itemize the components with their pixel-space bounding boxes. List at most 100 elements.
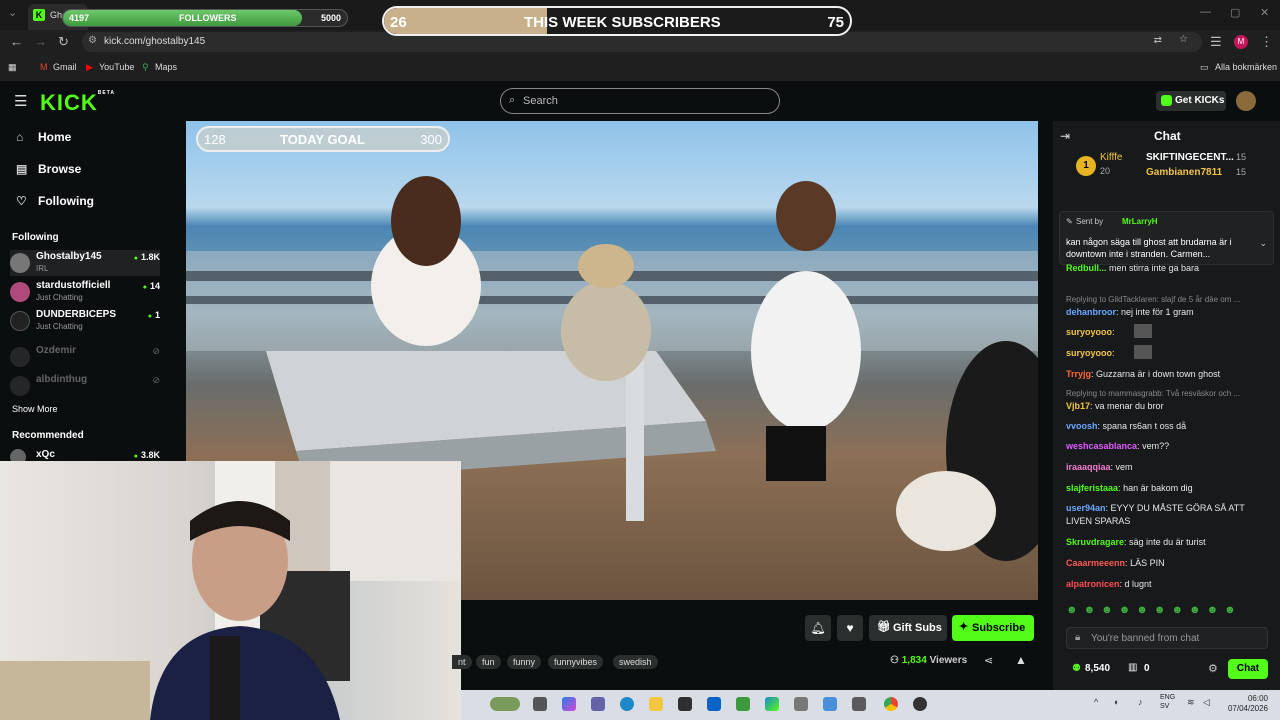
notification-bell-button[interactable]: 🔔︎ [805, 615, 831, 641]
chat-message: Redbull... men stirra inte ga bara [1066, 263, 1200, 273]
tab-search-icon[interactable]: ⌄ [8, 6, 17, 19]
file-explorer-icon[interactable] [649, 697, 663, 711]
following-channel[interactable]: DUNDERBICEPS Just Chatting 1 [10, 308, 160, 334]
chevron-down-icon[interactable]: ⌄ [1259, 238, 1267, 249]
teams-icon[interactable] [591, 697, 605, 711]
nav-following[interactable]: ♡ Following [16, 194, 94, 208]
bookmark-star-icon[interactable]: ☆ [1179, 34, 1188, 45]
outlook-icon[interactable] [707, 697, 721, 711]
avatar [10, 282, 30, 302]
settings-gear-icon[interactable]: ⚙ [1208, 662, 1218, 675]
tray-chevron-icon[interactable]: ^ [1094, 697, 1098, 707]
gift-subs-button[interactable]: 🎁︎ Gift Subs [869, 615, 947, 641]
kick-logo[interactable]: KICKBETA [40, 90, 115, 116]
pinned-by-label: Sent by [1076, 217, 1104, 226]
store-icon[interactable] [678, 697, 692, 711]
offline-icon: ⊘ [152, 346, 160, 356]
tag[interactable]: swedish [613, 655, 658, 669]
apps-icon[interactable]: ▦ [8, 62, 17, 73]
pinned-message[interactable]: ✎ Sent by MrLarryH kan någon säga till g… [1059, 211, 1274, 265]
input-language[interactable]: ENG SV [1160, 693, 1175, 711]
extensions-icon[interactable]: ☰ [1210, 34, 1222, 50]
tag[interactable]: nt [452, 655, 472, 669]
menu-icon[interactable]: ⋮ [1260, 34, 1273, 50]
app-icon[interactable] [794, 697, 808, 711]
nav-browse[interactable]: ▤ Browse [16, 162, 81, 176]
share-icon[interactable]: ⋖ [984, 654, 993, 667]
tag[interactable]: funnyvibes [548, 655, 604, 669]
translate-icon[interactable]: ⇄ [1154, 35, 1162, 46]
user-avatar[interactable] [1236, 91, 1256, 111]
profile-avatar[interactable]: M [1234, 35, 1248, 49]
obs-icon[interactable] [913, 697, 927, 711]
tray-app-icon[interactable]: ◐ [1114, 697, 1119, 707]
back-icon[interactable]: ← [10, 34, 23, 49]
pinned-text: kan någon säga till ghost att brudarna ä… [1066, 237, 1232, 259]
emote-bar[interactable]: ☻☻☻☻☻☻☻☻☻☻ [1066, 604, 1266, 618]
avatar [10, 253, 30, 273]
reload-icon[interactable]: ↻ [58, 34, 69, 50]
chrome-icon[interactable] [884, 697, 898, 711]
forward-icon[interactable]: → [34, 34, 47, 49]
bookmark-maps[interactable]: Maps [155, 62, 177, 72]
collapse-chat-icon[interactable]: ⇥ [1060, 129, 1070, 143]
pinned-by-user[interactable]: MrLarryH [1122, 217, 1158, 226]
today-goal: 128 TODAY GOAL 300 [196, 126, 450, 152]
leader-name[interactable]: Gambianen7811 [1146, 167, 1222, 178]
site-info-icon[interactable]: ⚙ [88, 35, 97, 46]
avatar [10, 449, 26, 461]
following-channel[interactable]: Ghostalby145 IRL 1.8K [10, 250, 160, 276]
avatar [10, 347, 30, 367]
viewers-icon: ⚇ [890, 655, 899, 666]
all-bookmarks[interactable]: Alla bokmärken [1215, 62, 1277, 72]
following-channel-offline[interactable]: albdinthug ⊘ [10, 373, 160, 399]
tag[interactable]: fun [476, 655, 501, 669]
minimize-icon[interactable]: — [1200, 6, 1211, 18]
today-label: TODAY GOAL [280, 132, 366, 147]
leader-name[interactable]: Kifffe [1100, 152, 1122, 163]
following-channel[interactable]: stardustofficiell Just Chatting 14 [10, 279, 160, 305]
channel-points[interactable]: 8,540 [1085, 663, 1110, 674]
app-icon[interactable] [736, 697, 750, 711]
start-icon[interactable] [533, 697, 547, 711]
chat-send-button[interactable]: Chat [1228, 659, 1268, 679]
show-more-link[interactable]: Show More [12, 404, 58, 414]
avatar [10, 376, 30, 396]
report-icon[interactable]: ▲ [1015, 653, 1027, 667]
nav-home[interactable]: ⌂ Home [16, 130, 71, 144]
wifi-icon[interactable]: ≋ [1187, 697, 1195, 708]
get-kicks-button[interactable]: Get KICKs [1156, 91, 1226, 111]
leader-name[interactable]: SKIFTINGECENT... [1146, 152, 1234, 163]
weather-icon[interactable] [490, 697, 520, 711]
maximize-icon[interactable]: ▢ [1230, 6, 1240, 19]
copilot-icon[interactable] [562, 697, 576, 711]
chat-message: Skruvdragare: säg inte du är turist [1066, 537, 1206, 547]
gift-count[interactable]: 0 [1144, 663, 1150, 674]
tag[interactable]: funny [507, 655, 542, 669]
follow-heart-button[interactable]: ♥ [837, 615, 863, 641]
m365-icon[interactable] [765, 697, 779, 711]
bookmark-youtube[interactable]: YouTube [99, 62, 134, 72]
recommended-channel[interactable]: xQc 3.8K [10, 448, 160, 461]
subscribe-button[interactable]: ✦ Subscribe [952, 615, 1034, 641]
chat-message: vvoosh: spana rs6an t oss då [1066, 421, 1187, 431]
chat-message: Trryjg: Guzzarna är i down town ghost [1066, 369, 1221, 379]
search-input[interactable]: ⌕ Search [500, 88, 780, 114]
following-channel-offline[interactable]: Ozdemir ⊘ [10, 344, 160, 370]
close-icon[interactable]: ✕ [1260, 6, 1269, 19]
webcam-overlay [0, 461, 461, 720]
volume-icon[interactable]: ◁ [1203, 697, 1210, 708]
home-icon: ⌂ [16, 130, 24, 144]
hamburger-icon[interactable]: ☰ [14, 92, 27, 110]
app-icon[interactable] [823, 697, 837, 711]
app-icon[interactable] [852, 697, 866, 711]
stream-info-bar [461, 600, 1053, 690]
edge-icon[interactable] [620, 697, 634, 711]
bookmark-gmail[interactable]: Gmail [53, 62, 77, 72]
subs-current: 26 [390, 14, 407, 31]
system-clock[interactable]: 06:00 07/04/2026 [1220, 694, 1268, 714]
gift-icon: ▥ [1128, 662, 1138, 673]
search-icon: ⌕ [509, 94, 516, 106]
microphone-icon[interactable]: ♪ [1138, 697, 1143, 707]
webcam-frame [0, 461, 461, 720]
